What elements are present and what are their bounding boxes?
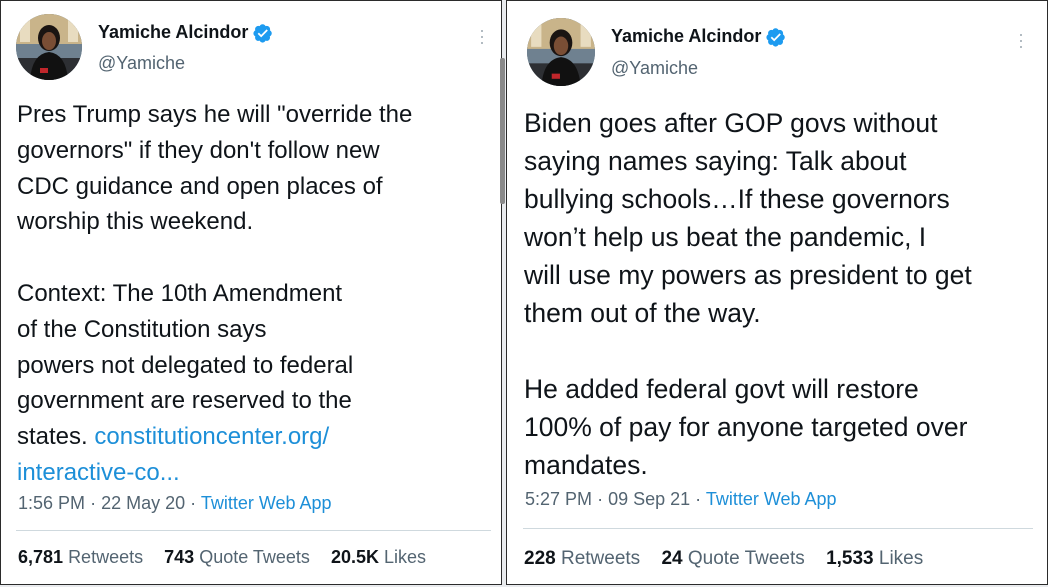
- tweet-text: Pres Trump says he will "override the go…: [17, 97, 412, 491]
- tweet-stats: 6,781 Retweets 743 Quote Tweets 20.5K Li…: [18, 547, 442, 568]
- quote-tweets-stat[interactable]: 24 Quote Tweets: [661, 548, 804, 569]
- likes-stat[interactable]: 1,533 Likes: [826, 548, 923, 569]
- avatar[interactable]: [16, 14, 82, 80]
- tweet-line-with-link: states. constitutioncenter.org/: [17, 419, 412, 455]
- tweet-line: Pres Trump says he will "override the: [17, 101, 413, 128]
- tweet-line-prefix: states.: [17, 423, 95, 451]
- tweet-line: He added federal govt will restore: [524, 374, 919, 404]
- scrollbar-thumb[interactable]: [500, 58, 505, 204]
- meta-separator: ·: [597, 489, 609, 509]
- tweet-line: mandates.: [524, 450, 648, 480]
- tweet-line: them out of the way.: [524, 298, 761, 328]
- author-name[interactable]: Yamiche Alcindor: [611, 26, 761, 47]
- tweet-date[interactable]: 09 Sep 21: [608, 489, 690, 509]
- meta-separator: ·: [90, 493, 102, 513]
- more-options-icon[interactable]: · · ·: [1016, 25, 1026, 55]
- verified-badge-icon: [253, 23, 273, 43]
- tweet-blank-line: [524, 332, 972, 370]
- avatar[interactable]: [527, 18, 595, 86]
- author-handle[interactable]: @Yamiche: [611, 58, 698, 79]
- avatar-photo-icon: [16, 14, 82, 80]
- tweet-meta: 1:56 PM · 22 May 20 · Twitter Web App: [18, 493, 332, 514]
- author-name-row: Yamiche Alcindor: [611, 26, 786, 47]
- tweet-source[interactable]: Twitter Web App: [706, 489, 837, 509]
- verified-badge-icon: [766, 27, 786, 47]
- author-name-row: Yamiche Alcindor: [98, 22, 273, 43]
- divider: [16, 530, 491, 531]
- retweets-stat[interactable]: 6,781 Retweets: [18, 547, 143, 567]
- tweet-stats: 228 Retweets 24 Quote Tweets 1,533 Likes: [524, 548, 939, 570]
- tweet-line: powers not delegated to federal: [17, 351, 354, 379]
- tweet-line: of the Constitution says: [17, 315, 267, 343]
- meta-separator: ·: [190, 493, 201, 513]
- tweet-text: Biden goes after GOP govs without saying…: [524, 104, 972, 484]
- tweet-line: CDC guidance and open places of: [17, 172, 383, 200]
- tweet-time[interactable]: 1:56 PM: [18, 493, 85, 513]
- tweet-line: Context: The 10th Amendment: [17, 279, 343, 307]
- more-options-icon[interactable]: · · ·: [477, 21, 487, 51]
- tweet-card-right: Yamiche Alcindor @Yamiche · · · Biden goes…: [506, 0, 1048, 585]
- retweets-stat[interactable]: 228 Retweets: [524, 548, 640, 569]
- tweet-line: worship this weekend.: [17, 208, 254, 236]
- author-handle[interactable]: @Yamiche: [98, 53, 185, 74]
- tweet-meta: 5:27 PM · 09 Sep 21 · Twitter Web App: [525, 489, 837, 510]
- tweet-line: Biden goes after GOP govs without: [524, 108, 938, 138]
- tweet-date[interactable]: 22 May 20: [101, 493, 185, 513]
- avatar-photo-icon: [527, 18, 595, 86]
- tweet-source[interactable]: Twitter Web App: [201, 493, 332, 513]
- tweet-line: saying names saying: Talk about: [524, 146, 907, 176]
- author-name[interactable]: Yamiche Alcindor: [98, 22, 248, 43]
- tweet-line: governors" if they don't follow new: [17, 136, 380, 164]
- tweet-line: bullying schools…If these governors: [524, 184, 950, 214]
- tweet-line: will use my powers as president to get: [524, 260, 972, 290]
- tweet-line: won’t help us beat the pandemic, I: [524, 222, 927, 252]
- likes-stat[interactable]: 20.5K Likes: [331, 547, 426, 567]
- tweet-link-continued[interactable]: interactive-co...: [17, 455, 412, 491]
- tweet-blank-line: [17, 240, 412, 276]
- tweet-line: 100% of pay for anyone targeted over: [524, 412, 968, 442]
- quote-tweets-stat[interactable]: 743 Quote Tweets: [164, 547, 310, 567]
- tweet-card-left: Yamiche Alcindor @Yamiche · · · Pres Trump…: [0, 0, 502, 585]
- meta-separator: ·: [695, 489, 706, 509]
- tweet-link[interactable]: constitutioncenter.org/: [94, 423, 329, 450]
- divider: [523, 528, 1033, 529]
- tweet-line: government are reserved to the: [17, 387, 352, 415]
- tweet-time[interactable]: 5:27 PM: [525, 489, 592, 509]
